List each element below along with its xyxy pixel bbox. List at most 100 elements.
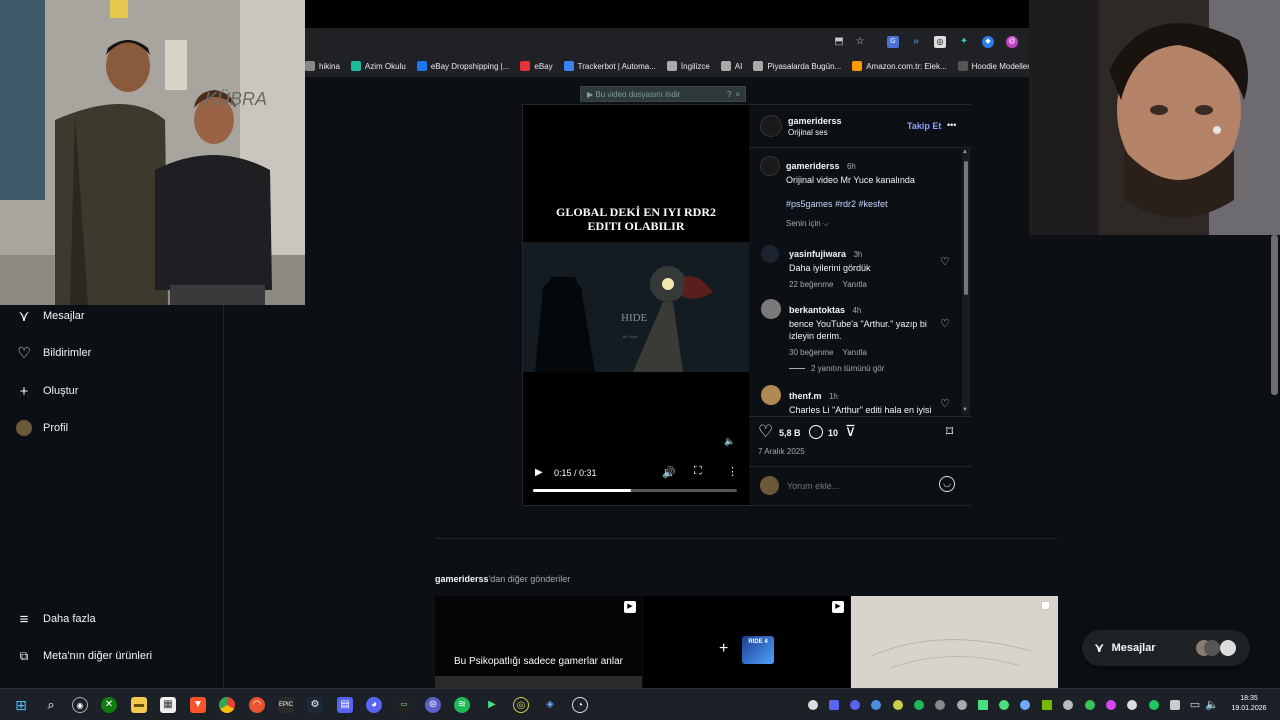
spotify-tray-icon[interactable] xyxy=(914,700,924,710)
comment-reply[interactable]: Yanıtla xyxy=(842,348,866,357)
emoji-icon[interactable]: ◡ xyxy=(939,476,955,492)
comment-likes[interactable]: 22 beğenme xyxy=(789,280,833,289)
scroll-down-icon[interactable]: ▼ xyxy=(962,407,968,413)
volume-icon[interactable]: 🔊 xyxy=(662,466,676,479)
bookmark-item[interactable]: İngilizce xyxy=(666,61,710,71)
bookmark-item[interactable]: Trackerbot | Automa... xyxy=(563,61,656,71)
tray-icon[interactable] xyxy=(808,700,818,710)
comments-scroll-thumb[interactable] xyxy=(964,161,968,295)
share-icon[interactable]: ⊽ xyxy=(845,422,856,440)
more-post-thumb-1[interactable]: Bu Psikopatlığı sadece gamerlar anlar ▶ xyxy=(435,596,642,688)
app-icon[interactable]: ⊜ xyxy=(425,697,441,713)
tray-icon[interactable] xyxy=(1127,700,1137,710)
tray-icon[interactable] xyxy=(978,700,988,710)
tray-icon[interactable] xyxy=(1149,700,1159,710)
windows-start-icon[interactable]: ⊞ xyxy=(13,697,29,713)
comment-avatar[interactable] xyxy=(761,245,779,263)
page-scrollbar[interactable] xyxy=(1271,235,1278,395)
xbox-icon[interactable]: ✕ xyxy=(101,697,117,713)
heart-icon[interactable]: ♡ xyxy=(940,255,950,268)
tray-icon[interactable] xyxy=(893,700,903,710)
tray-icon[interactable] xyxy=(850,700,860,710)
extension-icon[interactable]: ◎ xyxy=(934,36,946,48)
sidebar-item-profile[interactable]: Profil xyxy=(14,418,68,438)
app-icon[interactable]: ◈ xyxy=(542,697,558,713)
brave-icon[interactable]: ▼ xyxy=(190,697,206,713)
tray-icon[interactable] xyxy=(957,700,967,710)
bookmark-item[interactable]: AI xyxy=(720,61,742,71)
store-icon[interactable]: ▦ xyxy=(160,697,176,713)
tray-icon[interactable] xyxy=(871,700,881,710)
caption-hashtags[interactable]: #ps5games #rdr2 #kesfet xyxy=(786,198,961,210)
file-explorer-icon[interactable]: ▬ xyxy=(131,697,147,713)
search-icon[interactable]: ⌕ xyxy=(43,697,59,713)
sidebar-item-more[interactable]: ≡ Daha fazla xyxy=(14,609,96,629)
nvidia-tray-icon[interactable] xyxy=(1042,700,1052,710)
discord-icon[interactable]: ◕ xyxy=(366,697,382,713)
audio-extension-icon[interactable]: » xyxy=(910,36,922,48)
comment-likes[interactable]: 30 beğenme xyxy=(789,348,833,357)
tray-icon[interactable] xyxy=(999,700,1009,710)
chrome-icon[interactable] xyxy=(219,697,235,713)
audio-label[interactable]: Orijinal ses xyxy=(788,128,828,137)
tray-icon[interactable] xyxy=(1063,700,1073,710)
like-icon[interactable]: ♡ xyxy=(758,422,773,442)
video-player[interactable]: GLOBAL DEKİ EN IYI RDR2 EDITI OLABILIR H… xyxy=(523,105,749,505)
heart-icon[interactable]: ♡ xyxy=(940,397,950,410)
author-username[interactable]: gameriderss xyxy=(788,116,842,126)
bookmark-item[interactable]: eBay Dropshipping |... xyxy=(416,61,509,71)
extension-icon-2[interactable]: ✦ xyxy=(958,36,970,48)
app-icon[interactable]: ▶ xyxy=(484,697,500,713)
comment-avatar[interactable] xyxy=(761,299,781,319)
epic-games-icon[interactable]: EPIC xyxy=(278,697,294,713)
fullscreen-icon[interactable]: ⛶ xyxy=(694,465,702,478)
author-avatar[interactable] xyxy=(760,115,782,137)
comment-username[interactable]: yasinfujiwara xyxy=(789,249,846,259)
video-progress-track[interactable] xyxy=(533,489,737,492)
clock[interactable]: 18:35 19.01.2026 xyxy=(1224,694,1274,714)
heart-icon[interactable]: ♡ xyxy=(940,317,950,330)
comments-scrollbar[interactable]: ▲ ▼ xyxy=(962,149,970,415)
mute-icon[interactable]: 🔈 xyxy=(724,436,735,447)
bookmark-item[interactable]: Hoodie Modelleri | xyxy=(957,61,1029,71)
bookmark-item[interactable]: eBay xyxy=(520,61,553,71)
display-icon[interactable]: ▭ xyxy=(1187,697,1203,713)
bookmark-item[interactable]: Azim Okulu xyxy=(350,61,406,71)
app-icon[interactable]: ▭ xyxy=(396,697,412,713)
video-download-bar[interactable]: ▶ Bu video dosyasını indir ? × xyxy=(580,86,746,102)
steam-icon[interactable]: ⚙ xyxy=(307,697,323,713)
follow-button[interactable]: Takip Et xyxy=(907,121,941,131)
download-label[interactable]: ▶ Bu video dosyasını indir xyxy=(587,90,680,99)
translate-extension-icon[interactable]: G xyxy=(887,36,899,48)
app-icon[interactable]: ◠ xyxy=(249,697,265,713)
app-icon[interactable]: ◔ xyxy=(572,697,588,713)
bookmark-item[interactable]: Piyasalarda Bugün... xyxy=(753,61,841,71)
sidebar-item-notifications[interactable]: ♡ Bildirimler xyxy=(14,343,91,363)
tray-icon[interactable] xyxy=(829,700,839,710)
vpn-extension-icon[interactable]: ◆ xyxy=(982,36,994,48)
app-icon[interactable]: ◉ xyxy=(72,697,88,713)
comment-username[interactable]: thenf.m xyxy=(789,391,822,401)
install-app-icon[interactable]: ⬒ xyxy=(833,36,845,48)
sidebar-item-meta-products[interactable]: ⧉ Meta'nın diğer ürünleri xyxy=(14,646,152,666)
help-icon[interactable]: ? xyxy=(727,90,731,99)
more-post-thumb-2[interactable]: + RIDE 4 ▶ xyxy=(643,596,850,688)
tray-icon[interactable] xyxy=(1085,700,1095,710)
more-posts-author[interactable]: gameriderss xyxy=(435,574,489,584)
comment-filter[interactable]: Senin için ⌵ xyxy=(786,219,829,229)
comment-icon[interactable] xyxy=(809,425,823,439)
messages-float-button[interactable]: ⋎ Mesajlar xyxy=(1082,630,1250,666)
profile-extension-icon[interactable]: @ xyxy=(1006,36,1018,48)
view-replies[interactable]: 2 yanıtın tümünü gör xyxy=(789,364,884,373)
spotify-icon[interactable]: ≋ xyxy=(454,697,470,713)
video-menu-icon[interactable]: ⋮ xyxy=(727,465,738,478)
comment-input[interactable] xyxy=(787,478,927,494)
close-icon[interactable]: × xyxy=(735,90,740,99)
play-icon[interactable]: ▶ xyxy=(535,467,543,478)
comment-avatar[interactable] xyxy=(761,385,781,405)
more-post-thumb-3[interactable] xyxy=(851,596,1058,688)
bookmark-star-icon[interactable]: ☆ xyxy=(854,36,866,48)
comment-username[interactable]: berkantoktas xyxy=(789,305,845,315)
caption-avatar[interactable] xyxy=(760,156,780,176)
more-options-button[interactable]: ••• xyxy=(947,120,956,130)
